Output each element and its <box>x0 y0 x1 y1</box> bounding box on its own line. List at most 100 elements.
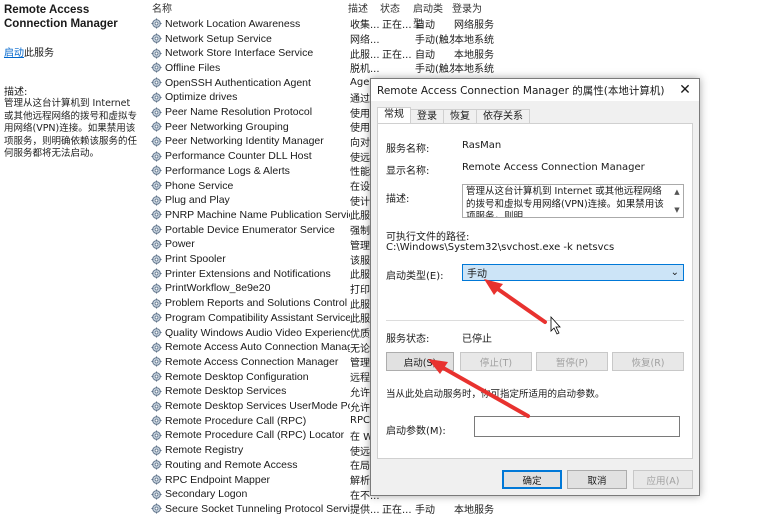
service-name: Peer Networking Grouping <box>165 120 289 133</box>
service-name: Plug and Play <box>165 194 230 207</box>
service-name: Offline Files <box>165 61 221 74</box>
column-header-description[interactable]: 描述 <box>348 0 380 15</box>
service-name: Performance Logs & Alerts <box>165 164 290 177</box>
service-logon: 本地系统 <box>454 64 494 76</box>
service-name: Remote Desktop Services UserMode Port ..… <box>165 400 350 413</box>
service-status: 正在... <box>382 20 412 32</box>
service-description: 提供... <box>350 505 380 516</box>
service-status-label: 服务状态: <box>386 334 430 345</box>
start-service-suffix: 此服务 <box>24 48 54 59</box>
gear-icon <box>150 106 162 118</box>
service-name: Network Location Awareness <box>165 17 301 30</box>
gear-icon <box>150 194 162 206</box>
service-description: 此服... <box>350 49 380 61</box>
service-status: 正在... <box>382 505 412 516</box>
apply-button[interactable]: 应用(A) <box>633 470 693 489</box>
service-name: Quality Windows Audio Video Experience <box>165 326 350 339</box>
service-row[interactable]: Secure Socket Tunneling Protocol Service… <box>148 502 514 516</box>
tab-dependencies[interactable]: 依存关系 <box>476 109 530 123</box>
service-name: Remote Access Auto Connection Manager <box>165 341 350 354</box>
general-tab-panel: 服务名称: RasMan 显示名称: Remote Access Connect… <box>377 123 693 459</box>
service-name: Print Spooler <box>165 253 226 266</box>
exe-path-value: C:\Windows\System32\svchost.exe -k netsv… <box>386 242 615 253</box>
close-icon[interactable]: ✕ <box>677 82 693 98</box>
service-name: Portable Device Enumerator Service <box>165 223 335 236</box>
startup-type-dropdown[interactable]: 手动 ⌄ <box>462 264 684 281</box>
gear-icon <box>150 429 162 441</box>
service-name: Routing and Remote Access <box>165 458 298 471</box>
description-field[interactable]: 管理从这台计算机到 Internet 或其他远程网络的拨号和虚拟专用网络(VPN… <box>462 184 684 218</box>
gear-icon <box>150 312 162 324</box>
gear-icon <box>150 356 162 368</box>
pause-button[interactable]: 暂停(P) <box>536 352 608 371</box>
service-logon: 本地服务 <box>454 49 494 61</box>
tab-general[interactable]: 常规 <box>377 107 411 123</box>
service-row[interactable]: Network Store Interface Service 此服... 正在..… <box>148 46 514 61</box>
service-startup-type: 手动(触发... <box>415 64 454 76</box>
gear-icon <box>150 488 162 500</box>
service-logon: 网络服务 <box>454 20 494 32</box>
gear-icon <box>150 268 162 280</box>
start-button[interactable]: 启动(S) <box>386 352 454 371</box>
service-name: Printer Extensions and Notifications <box>165 267 331 280</box>
cancel-button[interactable]: 取消 <box>567 470 627 489</box>
gear-icon <box>150 253 162 265</box>
column-header-name[interactable]: 名称 <box>148 0 348 15</box>
service-name: OpenSSH Authentication Agent <box>165 76 311 89</box>
tab-logon[interactable]: 登录 <box>410 109 444 123</box>
start-service-row: 启动此服务 <box>4 44 142 59</box>
stop-button[interactable]: 停止(T) <box>460 352 532 371</box>
service-status: 正在... <box>382 49 412 61</box>
column-header-status[interactable]: 状态 <box>380 0 413 15</box>
dialog-tabs: 常规 登录 恢复 依存关系 <box>377 107 530 123</box>
service-startup-type: 自动 <box>415 20 435 32</box>
description-field-text: 管理从这台计算机到 Internet 或其他远程网络的拨号和虚拟专用网络(VPN… <box>466 186 664 218</box>
service-name: Remote Procedure Call (RPC) <box>165 414 307 427</box>
description-text: 管理从这台计算机到 Internet 或其他远程网络的拨号和虚拟专用网络(VPN… <box>4 98 138 159</box>
dialog-title: Remote Access Connection Manager 的属性(本地计… <box>377 84 665 97</box>
column-header-logon[interactable]: 登录为 <box>452 0 492 15</box>
service-description: 网络... <box>350 35 380 47</box>
gear-icon <box>150 282 162 294</box>
description-label: 描述: <box>4 87 28 98</box>
start-parameters-label: 启动参数(M): <box>386 426 446 437</box>
properties-dialog: Remote Access Connection Manager 的属性(本地计… <box>370 78 700 496</box>
service-description-pane: Remote Access Connection Manager 启动此服务 描… <box>0 0 146 516</box>
service-name: Performance Counter DLL Host <box>165 150 312 163</box>
chevron-down-icon: ⌄ <box>670 267 679 278</box>
service-name-value: RasMan <box>462 140 502 151</box>
service-name: Secondary Logon <box>165 488 248 501</box>
description-scrollbar[interactable]: ▲ ▼ <box>672 186 682 216</box>
gear-icon <box>150 47 162 59</box>
service-name: RPC Endpoint Mapper <box>165 473 271 486</box>
ok-button[interactable]: 确定 <box>502 470 562 489</box>
column-header-startup-type[interactable]: 启动类型 <box>413 0 452 30</box>
gear-icon <box>150 415 162 427</box>
display-name-value: Remote Access Connection Manager <box>462 162 645 173</box>
gear-icon <box>150 33 162 45</box>
gear-icon <box>150 341 162 353</box>
service-row[interactable]: Network Setup Service 网络... 手动(触发...本地系统 <box>148 31 514 46</box>
service-name: Optimize drives <box>165 91 238 104</box>
service-status-value: 已停止 <box>462 334 492 345</box>
dialog-titlebar[interactable]: Remote Access Connection Manager 的属性(本地计… <box>371 79 699 101</box>
description-field-label: 描述: <box>386 194 410 205</box>
scroll-down-icon[interactable]: ▼ <box>674 204 679 217</box>
gear-icon <box>150 77 162 89</box>
gear-icon <box>150 297 162 309</box>
service-row[interactable]: Network Location Awareness 收集... 正在... 自动 网络… <box>148 17 514 32</box>
service-logon: 本地服务 <box>454 505 494 516</box>
resume-button[interactable]: 恢复(R) <box>612 352 684 371</box>
gear-icon <box>150 62 162 74</box>
gear-icon <box>150 503 162 515</box>
start-service-link[interactable]: 启动 <box>4 48 24 59</box>
divider <box>386 320 684 321</box>
scroll-up-icon[interactable]: ▲ <box>674 186 679 199</box>
start-parameters-input[interactable] <box>474 416 680 437</box>
gear-icon <box>150 474 162 486</box>
tab-recovery[interactable]: 恢复 <box>443 109 477 123</box>
service-name: Remote Desktop Services <box>165 385 287 398</box>
service-row[interactable]: Offline Files 脱机... 手动(触发...本地系统 <box>148 61 514 76</box>
start-parameters-note: 当从此处启动服务时，你可指定所适用的启动参数。 <box>386 389 605 400</box>
service-name: Program Compatibility Assistant Service <box>165 311 350 324</box>
